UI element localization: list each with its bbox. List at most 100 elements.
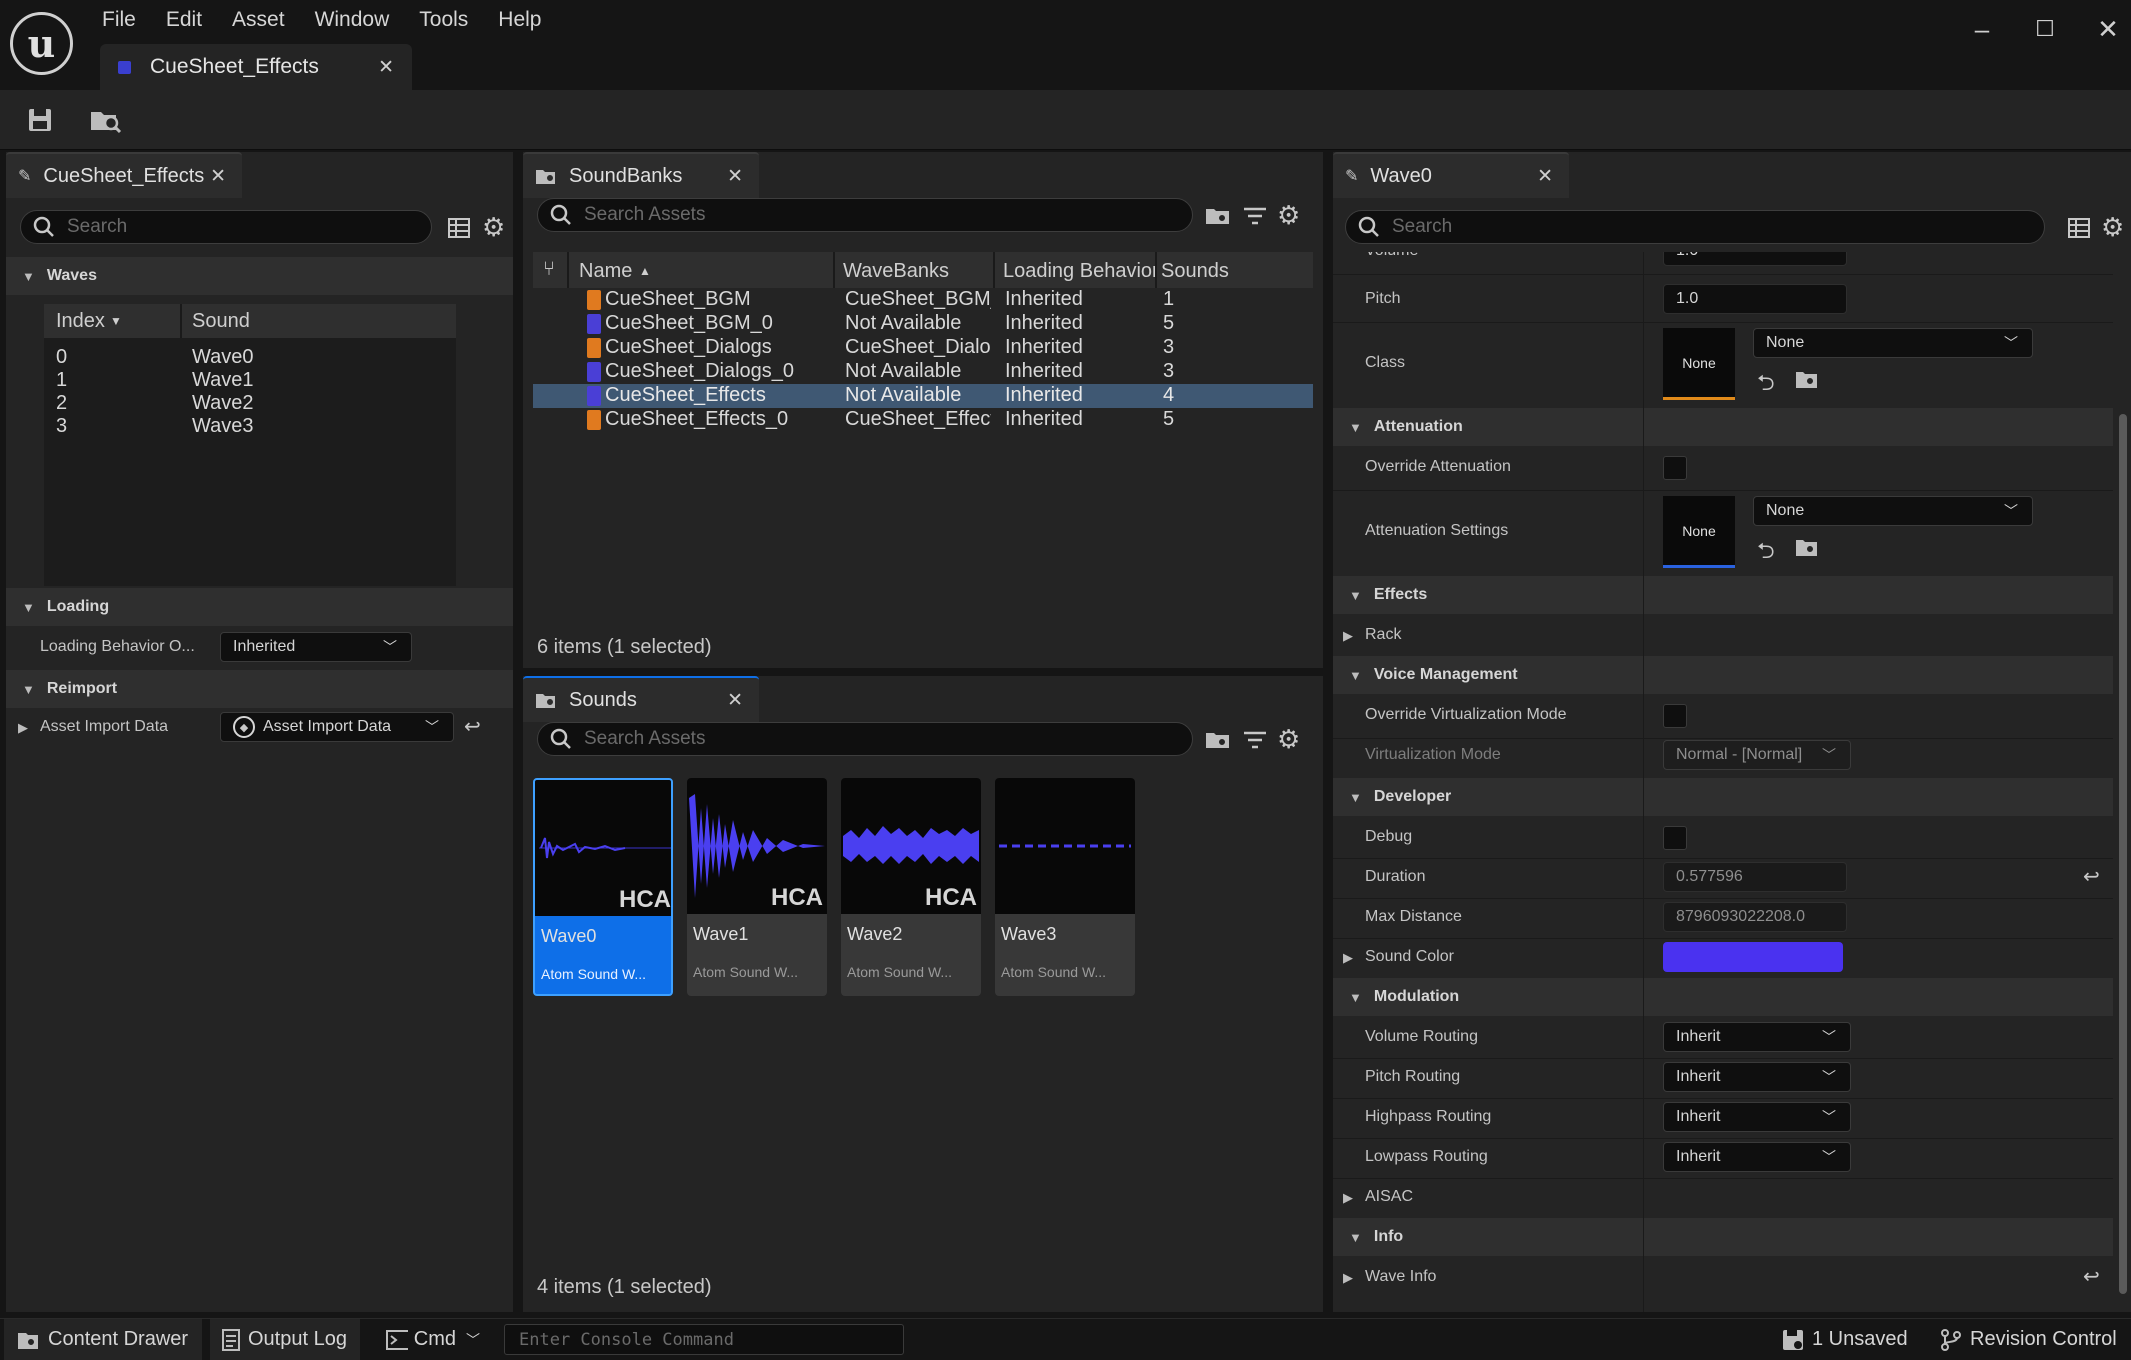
table-row[interactable]: CueSheet_BGM_0 Not Available Inherited 5 — [533, 312, 1313, 336]
details-scrollbar[interactable] — [2119, 414, 2127, 1294]
filter-icon[interactable] — [1243, 730, 1267, 750]
folder-browse-icon[interactable] — [1205, 730, 1231, 750]
waves-section-header[interactable]: ▼ Waves — [6, 257, 513, 295]
sound-color-swatch[interactable] — [1663, 942, 1843, 972]
soundbanks-tab[interactable]: SoundBanks ✕ — [523, 152, 759, 198]
minimize-icon[interactable]: – — [1962, 14, 2002, 45]
highpass-routing-dropdown[interactable]: Inherit ﹀ — [1663, 1102, 1851, 1132]
attenuation-dropdown[interactable]: None ﹀ — [1753, 496, 2033, 526]
details-search-input[interactable]: Search — [20, 210, 432, 244]
wave0-tab[interactable]: ✎ Wave0 ✕ — [1333, 152, 1569, 198]
settings-gear-icon[interactable]: ⚙ — [2101, 212, 2124, 243]
browse-asset-icon[interactable] — [1795, 536, 1819, 558]
filter-icon[interactable] — [1243, 206, 1267, 226]
console-command-input[interactable]: Enter Console Command — [504, 1324, 904, 1355]
column-splitter[interactable] — [1643, 252, 1644, 1312]
cmd-selector[interactable]: Cmd ﹀ — [374, 1319, 492, 1360]
table-row[interactable]: CueSheet_BGM CueSheet_BGM_ Inherited 1 — [533, 288, 1313, 312]
attenuation-section-header[interactable]: ▼ Attenuation — [1333, 408, 2113, 446]
close-tab-icon[interactable]: ✕ — [1537, 165, 1553, 188]
cuesheet-tab[interactable]: ✎ CueSheet_Effects ✕ — [6, 152, 242, 198]
column-header-wavebanks[interactable]: WaveBanks — [843, 260, 949, 283]
reset-arrow-icon[interactable]: ↩ — [2083, 1264, 2100, 1289]
save-icon[interactable] — [20, 102, 60, 138]
menu-help[interactable]: Help — [498, 8, 557, 32]
table-row[interactable]: CueSheet_Dialogs_0 Not Available Inherited… — [533, 360, 1313, 384]
reset-arrow-icon[interactable]: ↩ — [464, 714, 481, 739]
branch-icon[interactable]: ⑂ — [543, 258, 555, 281]
unsaved-button[interactable]: 1 Unsaved — [1770, 1319, 1920, 1360]
class-dropdown[interactable]: None ﹀ — [1753, 328, 2033, 358]
revision-control-button[interactable]: Revision Control — [1928, 1319, 2131, 1360]
override-virtualization-checkbox[interactable] — [1663, 704, 1687, 728]
content-drawer-button[interactable]: Content Drawer — [4, 1319, 202, 1360]
class-thumbnail[interactable]: None — [1663, 328, 1735, 400]
column-header-name[interactable]: Name — [579, 260, 632, 283]
sounds-tab[interactable]: Sounds ✕ — [523, 676, 759, 722]
column-header-sound[interactable]: Sound — [192, 310, 250, 333]
expand-arrow-icon[interactable]: ▶ — [18, 720, 28, 736]
expand-arrow-icon[interactable]: ▶ — [1343, 1270, 1353, 1286]
expand-arrow-icon[interactable]: ▶ — [1343, 1190, 1353, 1206]
close-tab-icon[interactable]: ✕ — [210, 165, 226, 188]
asset-tile-wave2[interactable]: HCA Wave2 Atom Sound W... — [841, 778, 981, 996]
soundbanks-search-input[interactable]: Search Assets — [537, 198, 1193, 232]
table-row[interactable]: CueSheet_Dialogs CueSheet_Dialog Inherited… — [533, 336, 1313, 360]
close-tab-icon[interactable]: ✕ — [378, 56, 394, 79]
volume-field[interactable]: 1.0 — [1663, 252, 1847, 266]
folder-browse-icon[interactable] — [1205, 206, 1231, 226]
pitch-field[interactable]: 1.0 — [1663, 284, 1847, 314]
menu-tools[interactable]: Tools — [419, 8, 484, 32]
asset-tile-wave3[interactable]: Wave3 Atom Sound W... — [995, 778, 1135, 996]
menu-window[interactable]: Window — [315, 8, 406, 32]
modulation-section-header[interactable]: ▼ Modulation — [1333, 978, 2113, 1016]
table-view-icon[interactable] — [2068, 218, 2090, 238]
unreal-logo-icon[interactable]: u — [10, 12, 73, 75]
maximize-icon[interactable]: ☐ — [2025, 16, 2065, 42]
output-log-button[interactable]: Output Log — [210, 1319, 360, 1360]
developer-section-header[interactable]: ▼ Developer — [1333, 778, 2113, 816]
attenuation-thumbnail[interactable]: None — [1663, 496, 1735, 568]
debug-checkbox[interactable] — [1663, 826, 1687, 850]
loading-behavior-dropdown[interactable]: Inherited ﹀ — [220, 632, 412, 662]
asset-import-dropdown[interactable]: ◆ Asset Import Data ﹀ — [220, 712, 454, 742]
info-section-header[interactable]: ▼ Info — [1333, 1218, 2113, 1256]
pitch-routing-dropdown[interactable]: Inherit ﹀ — [1663, 1062, 1851, 1092]
volume-routing-dropdown[interactable]: Inherit ﹀ — [1663, 1022, 1851, 1052]
asset-tile-wave1[interactable]: HCA Wave1 Atom Sound W... — [687, 778, 827, 996]
browse-asset-icon[interactable] — [86, 102, 126, 138]
settings-gear-icon[interactable]: ⚙ — [1277, 200, 1300, 231]
expand-arrow-icon[interactable]: ▶ — [1343, 628, 1353, 644]
wave-details-search-input[interactable]: Search — [1345, 210, 2045, 244]
table-view-icon[interactable] — [448, 218, 470, 238]
close-tab-icon[interactable]: ✕ — [727, 165, 743, 188]
use-selected-arrow-icon[interactable]: ⮌ — [1757, 534, 1775, 572]
table-row[interactable]: CueSheet_Effects Not Available Inherited 4 — [533, 384, 1313, 408]
asset-name: Wave0 — [541, 926, 597, 946]
reimport-section-header[interactable]: ▼ Reimport — [6, 670, 513, 708]
settings-gear-icon[interactable]: ⚙ — [482, 212, 505, 243]
settings-gear-icon[interactable]: ⚙ — [1277, 724, 1300, 755]
document-tab[interactable]: CueSheet_Effects ✕ — [100, 44, 412, 90]
voice-management-section-header[interactable]: ▼ Voice Management — [1333, 656, 2113, 694]
sounds-search-input[interactable]: Search Assets — [537, 722, 1193, 756]
table-row[interactable]: CueSheet_Effects_0 CueSheet_Effect Inherit… — [533, 408, 1313, 432]
override-attenuation-checkbox[interactable] — [1663, 456, 1687, 480]
reset-arrow-icon[interactable]: ↩ — [2083, 864, 2100, 889]
browse-asset-icon[interactable] — [1795, 368, 1819, 390]
close-window-icon[interactable]: ✕ — [2088, 14, 2128, 45]
lowpass-routing-dropdown[interactable]: Inherit ﹀ — [1663, 1142, 1851, 1172]
expand-arrow-icon[interactable]: ▶ — [1343, 950, 1353, 966]
column-header-loading[interactable]: Loading Behavior — [1003, 260, 1155, 283]
asset-tile-wave0[interactable]: HCA Wave0 Atom Sound W... — [533, 778, 673, 996]
index-cell: 3 — [56, 415, 68, 437]
column-header-sounds[interactable]: Sounds — [1161, 260, 1229, 283]
menu-file[interactable]: File — [102, 8, 152, 32]
use-selected-arrow-icon[interactable]: ⮌ — [1757, 366, 1775, 404]
column-header-index[interactable]: Index — [56, 310, 105, 333]
close-tab-icon[interactable]: ✕ — [727, 689, 743, 712]
menu-edit[interactable]: Edit — [166, 8, 218, 32]
loading-section-header[interactable]: ▼ Loading — [6, 588, 513, 626]
menu-asset[interactable]: Asset — [232, 8, 301, 32]
effects-section-header[interactable]: ▼ Effects — [1333, 576, 2113, 614]
